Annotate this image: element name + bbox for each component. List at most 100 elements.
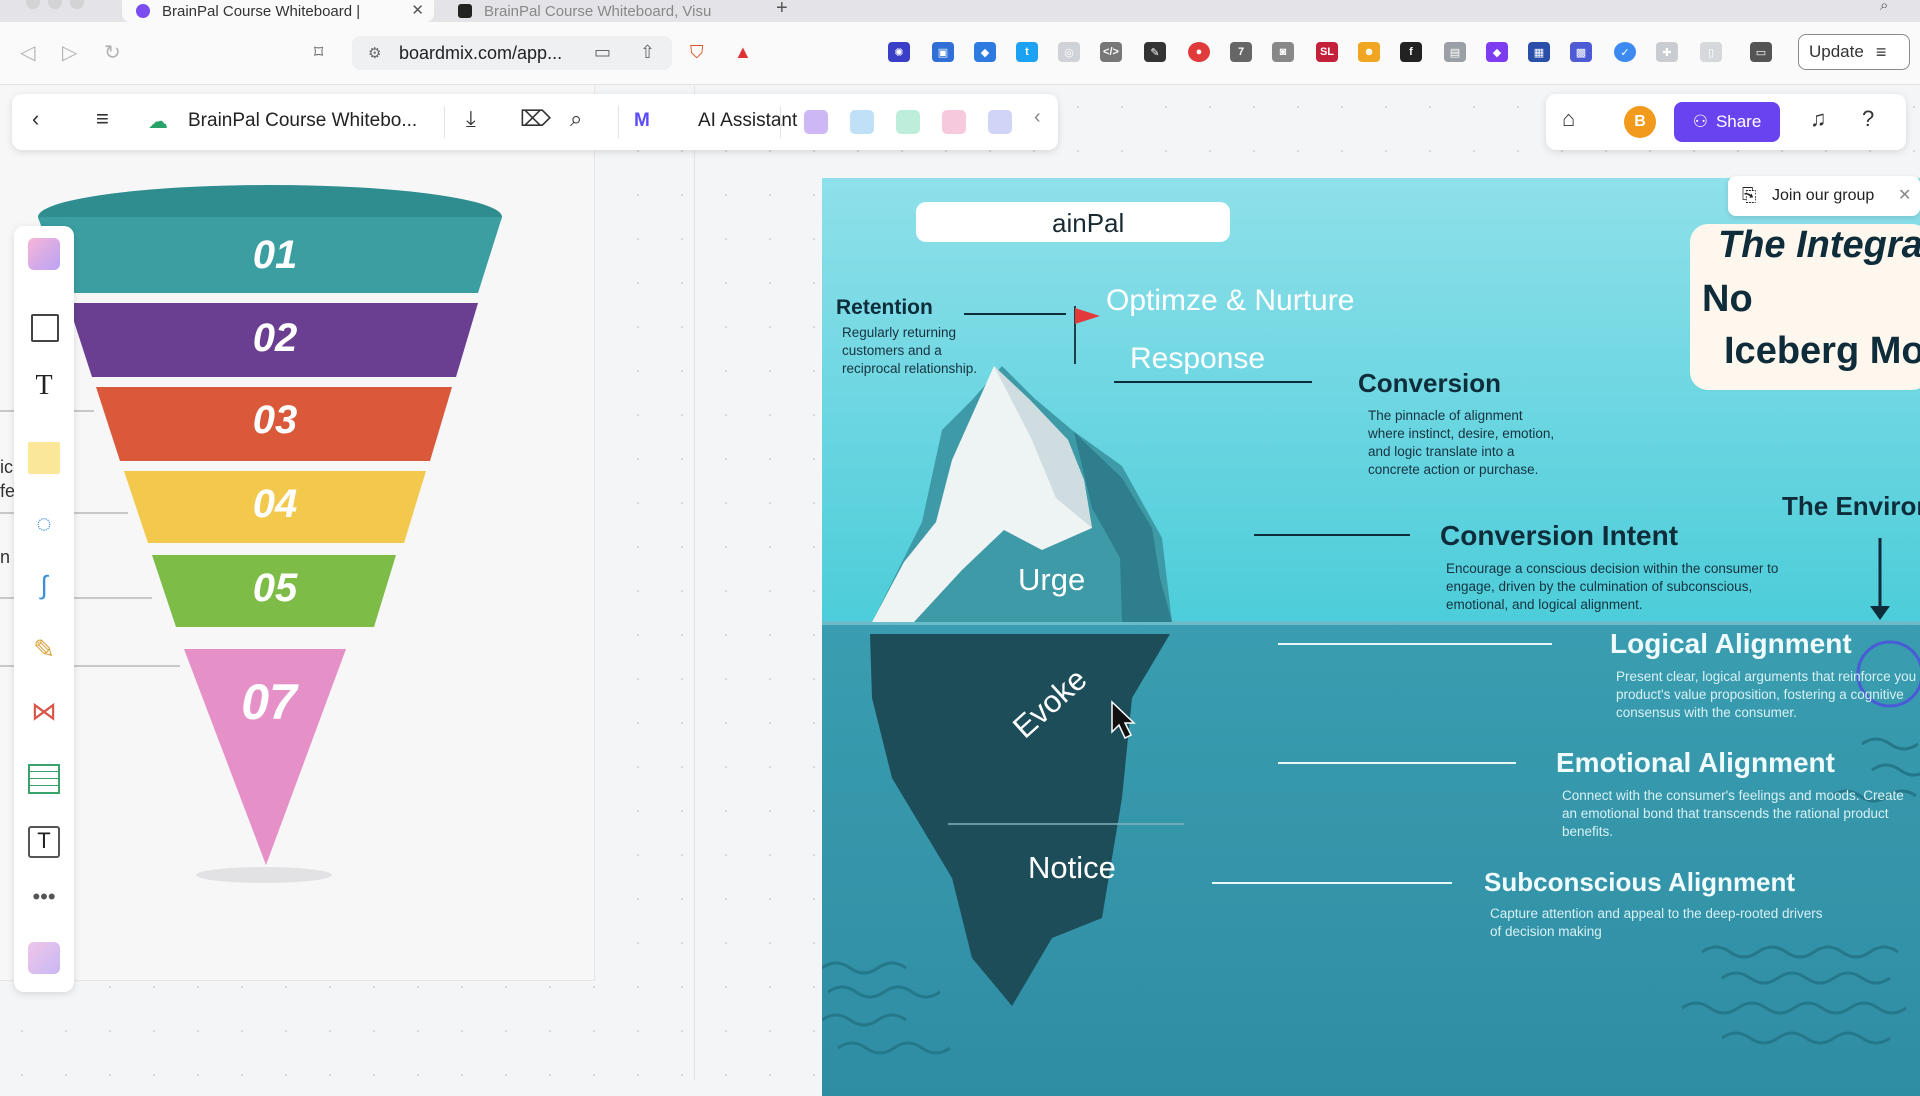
extension-icon[interactable]: ▩ (1570, 42, 1592, 62)
browser-tab[interactable]: BrainPal Course Whiteboard, Visu (444, 0, 754, 22)
tab-search-icon[interactable]: ⌕ (1880, 0, 1888, 14)
funnel-number: 02 (252, 316, 298, 360)
extension-icon[interactable]: ✓ (1614, 42, 1636, 62)
extension-icon[interactable]: ◎ (1058, 42, 1080, 62)
download-icon[interactable]: ⤓ (466, 106, 476, 132)
menu-icon[interactable]: ≡ (1876, 42, 1887, 63)
text-line: consensus with the consumer. (1616, 705, 1797, 720)
extension-icon[interactable]: ◆ (974, 42, 996, 62)
bookmark-icon[interactable]: ⌑ (314, 42, 323, 63)
adblock-icon[interactable]: ● (1188, 42, 1210, 62)
table-tool-icon[interactable] (28, 764, 60, 794)
layer-notice: Notice (1028, 850, 1116, 885)
funnel-number: 07 (241, 674, 297, 730)
browser-tab-active[interactable]: BrainPal Course Whiteboard | ✕ (122, 0, 434, 22)
back-arrow-icon[interactable]: ‹ (32, 106, 39, 132)
text-tool-icon[interactable]: T (28, 370, 60, 402)
toolbar-divider (444, 106, 445, 138)
share-button[interactable]: ⚇ Share (1674, 102, 1780, 142)
flowchart-icon[interactable] (942, 110, 966, 134)
site-settings-icon[interactable]: ⚙ (368, 44, 381, 62)
font-icon[interactable]: f (1400, 42, 1422, 62)
avatar[interactable]: B (1624, 106, 1656, 138)
presentation-icon[interactable] (850, 110, 874, 134)
brave-shield-icon[interactable]: ⛉ (690, 42, 704, 63)
mindmap-tool-icon[interactable]: ⋈ (28, 696, 60, 728)
new-tab-icon[interactable]: + (776, 0, 788, 20)
image-generator-icon[interactable] (804, 110, 828, 134)
close-icon[interactable]: ✕ (1898, 185, 1911, 205)
offscreen-text-fragment: ic fe (0, 455, 15, 503)
toolbar-divider (618, 106, 619, 138)
gift-icon[interactable]: ⌂ (1562, 106, 1575, 132)
code-icon[interactable]: </> (1100, 42, 1122, 62)
shapes-icon[interactable]: ◌ (28, 508, 60, 540)
retention-description: Regularly returning customers and a reci… (842, 324, 977, 378)
title-fragment: The Integra (1718, 224, 1920, 266)
connector-tool-icon[interactable]: ∫ (28, 570, 60, 602)
board-toolbar: ‹ ≡ ☁ BrainPal Course Whitebo... ⤓ ⌦ ⌕ M… (12, 94, 1058, 150)
brave-rewards-icon[interactable]: ▲ (734, 42, 752, 63)
back-icon[interactable]: ◁ (20, 40, 35, 65)
extension-icon[interactable]: ◆ (1486, 42, 1508, 62)
document-title[interactable]: BrainPal Course Whitebo... (188, 110, 417, 132)
reload-icon[interactable]: ↻ (104, 40, 121, 65)
text-line: Present clear, logical arguments that re… (1616, 669, 1917, 684)
funnel-shadow (196, 867, 332, 883)
sl-extension-icon[interactable]: SL (1316, 42, 1338, 62)
extension-icon[interactable]: ▣ (932, 42, 954, 62)
extension-badge-icon[interactable]: 7 (1230, 42, 1252, 62)
sticky-note-icon[interactable] (28, 442, 60, 474)
ai-assistant-icon[interactable]: M (634, 110, 650, 132)
comment-icon[interactable] (988, 110, 1012, 134)
twitter-icon[interactable]: t (1016, 42, 1038, 62)
text-line: product's value proposition, fostering a… (1616, 687, 1904, 702)
text-line: The pinnacle of alignment (1368, 408, 1523, 423)
notification-bell-icon[interactable]: ♫ (1810, 106, 1827, 132)
templates-icon[interactable] (28, 238, 60, 270)
eyedropper-icon[interactable]: ✎ (1144, 42, 1166, 62)
pen-tool-icon[interactable]: ✎ (28, 634, 60, 666)
close-tab-icon[interactable]: ✕ (411, 1, 424, 19)
whiteboard-canvas[interactable]: ic fe n 01 02 03 04 05 07 ainPal The Int… (0, 85, 1920, 1096)
window-close-control[interactable] (26, 0, 40, 9)
extension-icon[interactable]: ☻ (1358, 42, 1380, 62)
join-group-banner[interactable]: ⎘ Join our group ✕ (1728, 176, 1920, 216)
tag-icon[interactable]: ⌦ (520, 106, 551, 132)
response-text: Response (1130, 342, 1266, 375)
puzzle-icon[interactable]: ✚ (1656, 42, 1678, 62)
share-page-icon[interactable]: ⇧ (640, 42, 655, 63)
group-icon: ⎘ (1742, 185, 1757, 205)
search-icon[interactable]: ⌕ (570, 106, 582, 132)
layer-urge: Urge (1018, 562, 1086, 597)
forward-icon[interactable]: ▷ (62, 40, 77, 65)
app-library-icon[interactable] (28, 942, 60, 974)
document-tool-icon[interactable]: T (28, 826, 60, 858)
more-tools-icon[interactable]: ••• (28, 884, 60, 916)
update-label: Update (1809, 42, 1864, 61)
mindmap-icon[interactable] (896, 110, 920, 134)
extension-icon[interactable]: ✺ (888, 42, 910, 62)
emotional-alignment-description: Connect with the consumer's feelings and… (1562, 787, 1904, 841)
hamburger-menu-icon[interactable]: ≡ (96, 106, 109, 132)
update-button[interactable]: Update ≡ (1798, 34, 1910, 70)
wallet-icon[interactable]: ▭ (1750, 42, 1772, 62)
offscreen-text-fragment: n (0, 547, 11, 567)
text-fragment: fe (0, 481, 16, 501)
iceberg-infographic[interactable]: ainPal The Integra No Iceberg Mo The Env… (822, 178, 1920, 1096)
extension-icon[interactable]: ▤ (1444, 42, 1466, 62)
window-zoom-control[interactable] (70, 0, 84, 9)
collapse-icon[interactable]: ‹ (1034, 106, 1041, 129)
ai-assistant-button[interactable]: AI Assistant (698, 110, 797, 132)
text-line: reciprocal relationship. (842, 361, 978, 376)
retention-heading: Retention (836, 296, 933, 319)
frame-tool-icon[interactable] (31, 314, 59, 342)
camera-icon[interactable]: ◙ (1272, 42, 1294, 62)
sidebar-icon[interactable]: ▯ (1700, 42, 1722, 62)
site-favicon-icon (458, 4, 472, 18)
funnel-frame[interactable]: ic fe n 01 02 03 04 05 07 (0, 85, 595, 981)
cast-icon[interactable]: ▭ (594, 42, 611, 63)
extension-icon[interactable]: ▦ (1528, 42, 1550, 62)
window-minimize-control[interactable] (48, 0, 62, 9)
help-icon[interactable]: ? (1862, 106, 1874, 132)
